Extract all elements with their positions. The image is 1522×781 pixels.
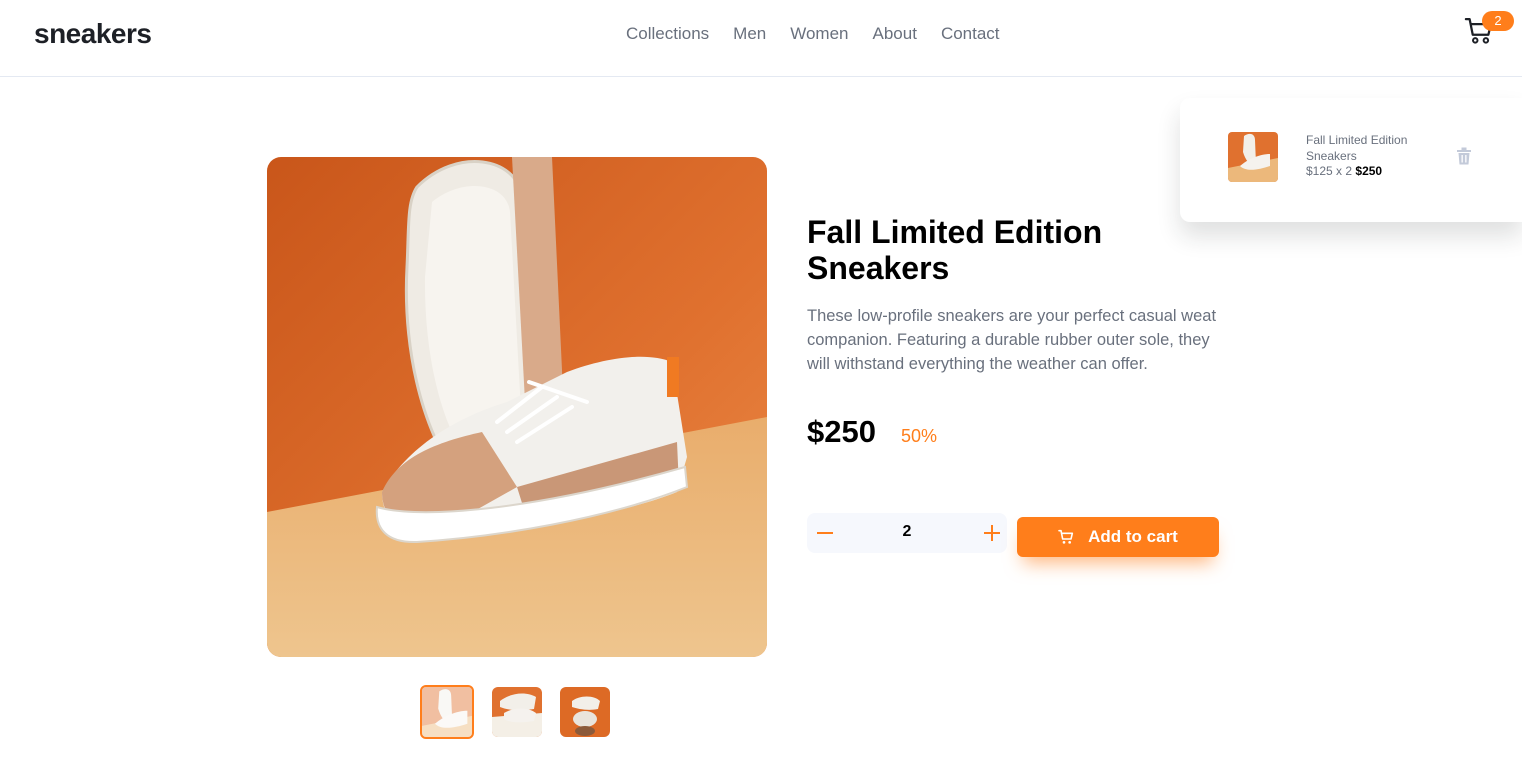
nav-link-about[interactable]: About — [873, 24, 917, 44]
cart-dropdown: Fall Limited Edition Sneakers $125 x 2 $… — [1180, 98, 1522, 222]
nav-link-men[interactable]: Men — [733, 24, 766, 44]
product-main-image[interactable] — [267, 157, 767, 657]
plus-icon — [984, 525, 1000, 541]
cart-item-thumbnail — [1228, 132, 1278, 182]
price-row: $250 50% — [807, 414, 937, 450]
quantity-value: 2 — [902, 523, 912, 540]
quantity-stepper: 2 — [807, 513, 1007, 553]
product-description: These low-profile sneakers are your perf… — [807, 307, 1217, 373]
add-to-cart-button[interactable]: Add to cart — [1017, 517, 1219, 557]
nav-link-women[interactable]: Women — [790, 24, 848, 44]
cart-item-name: Fall Limited Edition Sneakers — [1306, 133, 1408, 163]
cart-icon — [1058, 529, 1074, 544]
discount-badge: 50% — [900, 426, 937, 446]
delete-item-button[interactable] — [1456, 147, 1472, 165]
minus-icon — [817, 532, 833, 534]
site-header: sneakers Collections Men Women About Con… — [0, 0, 1522, 77]
add-to-cart-label: Add to cart — [1088, 527, 1178, 546]
thumbnail-2[interactable] — [492, 687, 542, 737]
thumbnail-3[interactable] — [560, 687, 610, 737]
thumbnail-image — [560, 687, 610, 737]
cart-item-price-line: $125 x 2 $250 — [1306, 164, 1382, 178]
thumbnail-strip — [420, 685, 610, 739]
cart-count-badge: 2 — [1482, 11, 1514, 31]
logo[interactable]: sneakers — [34, 18, 152, 50]
nav-link-collections[interactable]: Collections — [626, 24, 709, 44]
thumbnail-1[interactable] — [420, 685, 474, 739]
product-title: Fall Limited Edition Sneakers — [807, 214, 1103, 286]
trash-icon — [1457, 147, 1471, 165]
cart-item-price-qty: $125 x 2 — [1306, 164, 1353, 178]
decrease-quantity-button[interactable] — [813, 521, 837, 545]
main-nav: Collections Men Women About Contact — [626, 24, 1000, 44]
cart-item-total: $250 — [1355, 164, 1383, 178]
nav-link-contact[interactable]: Contact — [941, 24, 1000, 44]
thumbnail-image — [492, 687, 542, 737]
product-price: $250 — [807, 414, 876, 449]
sneaker-photo — [267, 157, 767, 657]
thumbnail-image — [422, 687, 472, 737]
cart-item-image — [1228, 132, 1278, 182]
increase-quantity-button[interactable] — [980, 521, 1004, 545]
